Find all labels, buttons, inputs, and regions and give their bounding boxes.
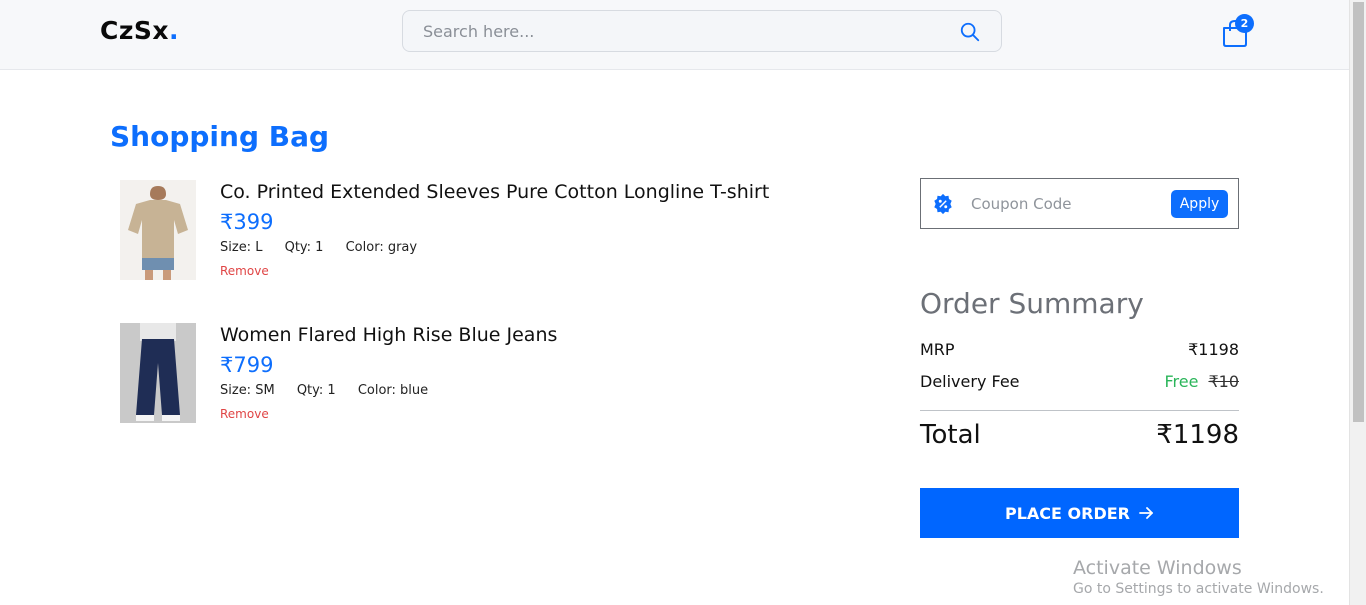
windows-activation-watermark: Activate Windows Go to Settings to activ…	[1073, 557, 1324, 597]
watermark-title: Activate Windows	[1073, 557, 1242, 579]
search-icon[interactable]	[959, 21, 981, 43]
item-name[interactable]: Co. Printed Extended Sleeves Pure Cotton…	[220, 181, 769, 203]
mrp-value: ₹1198	[1188, 340, 1239, 359]
cart-count-badge: 2	[1235, 14, 1254, 33]
scrollbar-thumb[interactable]	[1353, 2, 1364, 422]
summary-divider	[920, 410, 1239, 411]
search-bar	[402, 10, 1002, 52]
cart-item: Co. Printed Extended Sleeves Pure Cotton…	[120, 180, 820, 285]
page-title: Shopping Bag	[110, 120, 330, 153]
watermark-subtitle: Go to Settings to activate Windows.	[1073, 581, 1324, 597]
page-scrollbar[interactable]	[1349, 0, 1366, 605]
item-color: Color: blue	[357, 383, 429, 398]
item-name[interactable]: Women Flared High Rise Blue Jeans	[220, 324, 557, 346]
delivery-value: Free ₹10	[1165, 372, 1240, 391]
remove-button[interactable]: Remove	[220, 407, 269, 421]
item-meta: Size: SM Qty: 1 Color: blue	[220, 383, 446, 398]
item-meta: Size: L Qty: 1 Color: gray	[220, 240, 435, 255]
item-price: ₹399	[220, 210, 274, 234]
delivery-free: Free	[1164, 372, 1199, 391]
coupon-box: Apply	[920, 178, 1239, 229]
delivery-original-price: ₹10	[1208, 372, 1239, 391]
item-qty: Qty: 1	[296, 383, 336, 398]
top-header: CzSx. 2	[0, 0, 1349, 70]
delivery-label: Delivery Fee	[920, 372, 1020, 391]
product-image-tshirt[interactable]	[120, 180, 196, 280]
product-image-jeans[interactable]	[120, 323, 196, 423]
coupon-code-input[interactable]	[971, 193, 1161, 215]
total-value: ₹1198	[1156, 420, 1239, 450]
remove-button[interactable]: Remove	[220, 264, 269, 278]
order-summary-title: Order Summary	[920, 287, 1144, 320]
item-size: Size: L	[220, 240, 263, 255]
mrp-label: MRP	[920, 340, 955, 359]
item-size: Size: SM	[220, 383, 275, 398]
cart-button[interactable]: 2	[1220, 14, 1254, 48]
apply-coupon-button[interactable]: Apply	[1171, 190, 1228, 218]
arrow-right-icon	[1139, 507, 1153, 519]
item-color: Color: gray	[345, 240, 418, 255]
discount-badge-icon	[934, 193, 952, 215]
search-input[interactable]	[423, 20, 943, 42]
total-label: Total	[920, 420, 981, 450]
item-qty: Qty: 1	[284, 240, 324, 255]
cart-item: Women Flared High Rise Blue Jeans ₹799 S…	[120, 323, 820, 428]
logo-dot: .	[169, 16, 180, 45]
place-order-button[interactable]: PLACE ORDER	[920, 488, 1239, 538]
item-price: ₹799	[220, 353, 274, 377]
place-order-label: PLACE ORDER	[1005, 503, 1130, 523]
logo[interactable]: CzSx.	[100, 16, 179, 45]
logo-text: CzSx	[100, 16, 170, 45]
